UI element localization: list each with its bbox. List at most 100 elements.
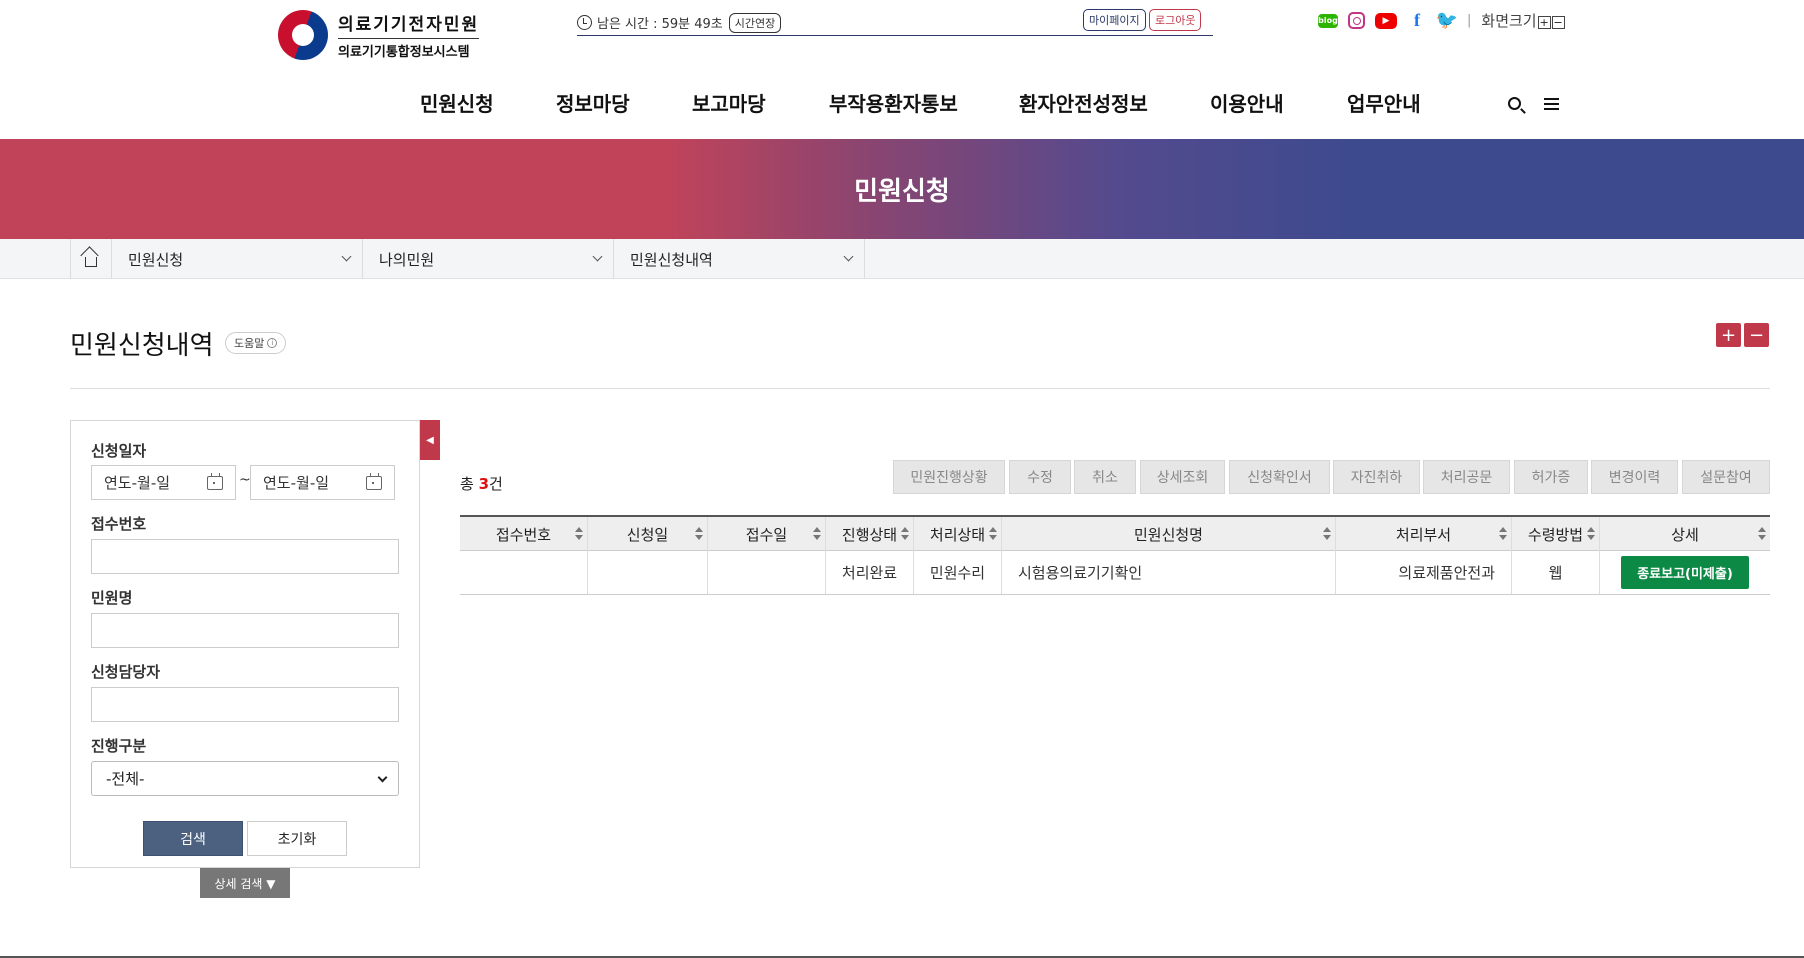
help-button[interactable]: 도움말 i <box>225 332 287 354</box>
date-to-field[interactable]: 연도-월-일 <box>250 465 395 500</box>
edit-button[interactable]: 수정 <box>1009 460 1071 494</box>
cell-name: 시험용의료기기확인 <box>1002 551 1336 594</box>
sort-icon[interactable] <box>575 527 583 541</box>
site-logo[interactable]: 의료기기전자민원 의료기기통합정보시스템 <box>278 10 480 60</box>
search-icon[interactable] <box>1508 97 1521 110</box>
column-label: 민원신청명 <box>1133 525 1203 544</box>
receipt-number-label: 접수번호 <box>91 515 147 533</box>
table-row[interactable]: 처리완료 민원수리 시험용의료기기확인 의료제품안전과 웹 종료보고(미제출) <box>460 551 1770 595</box>
column-header[interactable]: 처리부서 <box>1336 517 1512 551</box>
logout-button[interactable]: 로그아웃 <box>1149 9 1202 31</box>
detail-search-button[interactable]: 상세 검색 ▼ <box>200 868 290 898</box>
complaint-name-input[interactable] <box>91 613 399 648</box>
sort-icon[interactable] <box>1758 527 1766 541</box>
mypage-button[interactable]: 마이페이지 <box>1083 9 1146 31</box>
banner-title: 민원신청 <box>854 176 950 207</box>
withdraw-button[interactable]: 자진취하 <box>1333 460 1420 494</box>
taegeuk-logo-icon <box>278 10 328 60</box>
section-banner: 민원신청 <box>0 139 1804 239</box>
twitter-icon[interactable]: 🐦 <box>1436 10 1458 31</box>
confirmation-button[interactable]: 신청확인서 <box>1229 460 1330 494</box>
page-title: 민원신청내역 <box>70 331 214 361</box>
change-history-button[interactable]: 변경이력 <box>1591 460 1678 494</box>
survey-button[interactable]: 설문참여 <box>1682 460 1770 494</box>
extend-time-button[interactable]: 시간연장 <box>728 12 782 33</box>
breadcrumb-level-3[interactable]: 민원신청내역 <box>614 239 865 279</box>
cancel-button[interactable]: 취소 <box>1074 460 1136 494</box>
column-header[interactable]: 상세 <box>1600 517 1770 551</box>
facebook-icon[interactable]: f <box>1407 10 1427 30</box>
total-number: 3 <box>478 475 490 493</box>
license-button[interactable]: 허가증 <box>1514 460 1588 494</box>
official-document-button[interactable]: 처리공문 <box>1423 460 1510 494</box>
total-prefix: 총 <box>460 475 479 493</box>
search-button[interactable]: 검색 <box>143 821 243 856</box>
column-header[interactable]: 신청일 <box>588 517 708 551</box>
logo-subtitle: 의료기기통합정보시스템 <box>338 38 480 60</box>
sort-icon[interactable] <box>989 527 997 541</box>
column-header[interactable]: 수령방법 <box>1512 517 1600 551</box>
hamburger-menu-icon[interactable] <box>1544 98 1559 110</box>
column-header[interactable]: 처리상태 <box>914 517 1002 551</box>
instagram-icon[interactable] <box>1348 12 1365 29</box>
column-header[interactable]: 진행상태 <box>826 517 914 551</box>
nav-item-business[interactable]: 업무안내 <box>1347 88 1421 117</box>
column-label: 진행상태 <box>841 525 898 544</box>
date-from-field[interactable]: 연도-월-일 <box>91 465 236 500</box>
calendar-icon[interactable] <box>366 473 382 490</box>
progress-label: 진행구분 <box>91 737 147 755</box>
complaint-name-label: 민원명 <box>91 589 133 607</box>
divider: | <box>1467 13 1472 28</box>
home-icon <box>85 256 97 267</box>
receipt-number-input[interactable] <box>91 539 399 574</box>
column-label: 처리부서 <box>1395 525 1452 544</box>
applicant-input[interactable] <box>91 687 399 722</box>
font-minus-button[interactable]: − <box>1744 323 1769 347</box>
total-suffix: 건 <box>489 475 503 493</box>
breadcrumb-home[interactable] <box>70 239 112 279</box>
cell-method: 웹 <box>1512 551 1600 594</box>
sort-icon[interactable] <box>1499 527 1507 541</box>
nav-item-adverse-event[interactable]: 부작용환자통보 <box>829 88 958 117</box>
date-from-placeholder: 연도-월-일 <box>104 474 171 492</box>
final-report-button[interactable]: 종료보고(미제출) <box>1621 556 1749 589</box>
breadcrumb-level-1[interactable]: 민원신청 <box>112 239 363 279</box>
nav-item-info[interactable]: 정보마당 <box>556 88 630 117</box>
column-header[interactable]: 접수번호 <box>460 517 588 551</box>
nav-item-complaint[interactable]: 민원신청 <box>420 88 494 117</box>
divider <box>70 388 1770 389</box>
sort-icon[interactable] <box>813 527 821 541</box>
sort-icon[interactable] <box>1587 527 1595 541</box>
detail-view-button[interactable]: 상세조회 <box>1140 460 1225 494</box>
nav-item-guide[interactable]: 이용안내 <box>1210 88 1284 117</box>
table-header: 접수번호 신청일 접수일 진행상태 처리상태 민원신청명 처리부서 수령방법 상… <box>460 515 1770 551</box>
progress-status-button[interactable]: 민원진행상황 <box>893 460 1005 494</box>
nav-item-safety-info[interactable]: 환자안전성정보 <box>1019 88 1148 117</box>
nav-item-report[interactable]: 보고마당 <box>692 88 766 117</box>
zoom-out-icon[interactable]: − <box>1551 16 1565 29</box>
cell-receipt-date <box>708 551 826 594</box>
calendar-icon[interactable] <box>207 473 223 490</box>
sort-icon[interactable] <box>901 527 909 541</box>
chevron-down-icon <box>377 772 388 783</box>
help-label: 도움말 <box>234 337 265 350</box>
breadcrumb: 민원신청 나의민원 민원신청내역 <box>0 239 1804 279</box>
reset-button[interactable]: 초기화 <box>247 821 347 856</box>
chevron-down-icon <box>341 251 352 262</box>
column-header[interactable]: 접수일 <box>708 517 826 551</box>
sort-icon[interactable] <box>1323 527 1331 541</box>
total-count: 총 3건 <box>460 473 503 494</box>
sort-icon[interactable] <box>695 527 703 541</box>
date-range-separator: ~ <box>239 472 251 488</box>
column-header[interactable]: 민원신청명 <box>1002 517 1336 551</box>
breadcrumb-level-2[interactable]: 나의민원 <box>363 239 614 279</box>
chevron-down-icon <box>843 251 854 262</box>
font-plus-button[interactable]: + <box>1716 323 1741 347</box>
blog-icon[interactable]: blog <box>1318 13 1338 28</box>
social-links: blog ▶ f 🐦 | 화면크기 + − <box>1318 10 1565 31</box>
zoom-in-icon[interactable]: + <box>1537 16 1551 29</box>
youtube-icon[interactable]: ▶ <box>1375 12 1397 29</box>
progress-select[interactable]: -전체- <box>91 761 399 796</box>
collapse-panel-icon[interactable]: ◀ <box>420 420 440 460</box>
chevron-down-icon <box>592 251 603 262</box>
